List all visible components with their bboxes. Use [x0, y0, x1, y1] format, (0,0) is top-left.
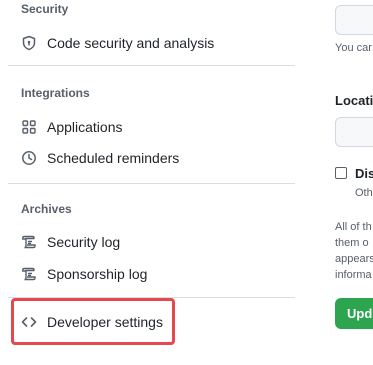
log-icon	[21, 266, 37, 282]
text-input[interactable]	[335, 5, 373, 35]
helper-text: You car	[335, 42, 372, 54]
update-button[interactable]: Upd	[335, 298, 373, 329]
sidebar-item-security-log[interactable]: Security log	[12, 227, 292, 257]
location-label: Locati	[335, 93, 373, 108]
location-input[interactable]	[335, 117, 373, 147]
paragraph-line: appears	[335, 253, 373, 265]
clock-icon	[21, 150, 37, 166]
sidebar-item-label: Sponsorship log	[47, 266, 148, 282]
sidebar-item-label: Scheduled reminders	[47, 150, 180, 166]
sidebar-item-label: Security log	[47, 234, 121, 250]
paragraph-line: All of th	[335, 221, 372, 233]
paragraph-line: them o	[335, 237, 369, 249]
section-title-security: Security	[21, 2, 69, 16]
checkbox-description: Oth	[355, 187, 373, 199]
sidebar-item-code-security[interactable]: Code security and analysis	[12, 28, 292, 58]
divider	[8, 65, 295, 66]
apps-icon	[21, 119, 37, 135]
checkbox[interactable]	[335, 167, 347, 179]
divider	[8, 183, 295, 184]
section-title-archives: Archives	[21, 202, 72, 216]
sidebar-item-label: Code security and analysis	[47, 35, 215, 51]
shield-icon	[21, 35, 37, 51]
section-title-integrations: Integrations	[21, 86, 90, 100]
checkbox-label: Dis	[355, 166, 373, 181]
sidebar-item-label: Applications	[47, 119, 123, 135]
main-content: You car Locati Dis Oth All of th them o …	[310, 0, 373, 365]
paragraph-line: informa	[335, 269, 372, 281]
log-icon	[21, 234, 37, 250]
sidebar-item-sponsorship-log[interactable]: Sponsorship log	[12, 259, 292, 289]
info-paragraph: All of th them o appears informa	[335, 219, 373, 283]
settings-sidebar: Security Code security and analysis Inte…	[0, 0, 310, 365]
sidebar-item-scheduled-reminders[interactable]: Scheduled reminders	[12, 143, 292, 173]
sidebar-item-applications[interactable]: Applications	[12, 112, 292, 142]
highlight-box	[11, 298, 175, 345]
